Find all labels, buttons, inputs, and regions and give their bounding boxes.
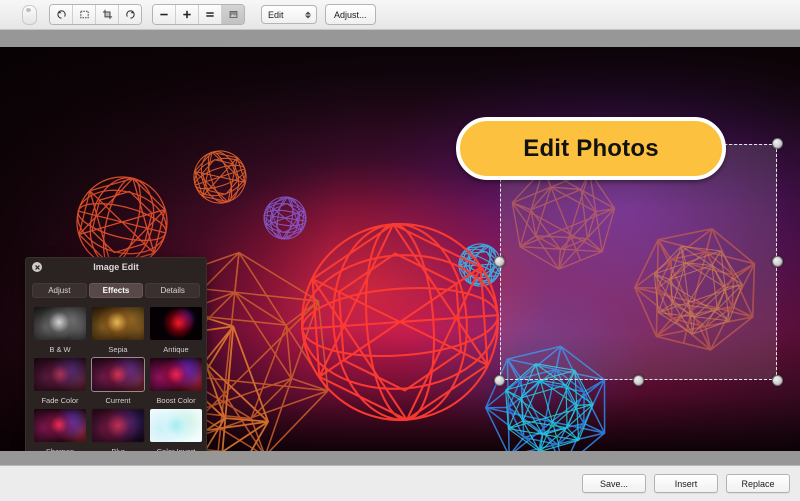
image-mode-icon[interactable] <box>222 5 244 24</box>
mode-select-value: Edit <box>268 9 284 20</box>
transform-tool-group <box>49 4 142 25</box>
image-canvas[interactable]: Edit Photos Image Edit Adjust Effects De… <box>0 47 800 451</box>
effect-thumbnail[interactable] <box>92 409 144 442</box>
selection-rectangle-icon[interactable] <box>73 5 96 24</box>
effect-item-sharpen[interactable]: Sharpen <box>34 409 86 451</box>
effect-thumbnail[interactable] <box>150 307 202 340</box>
effect-item-sepia[interactable]: Sepia <box>92 307 144 354</box>
replace-button[interactable]: Replace <box>726 474 790 493</box>
resize-handle-s[interactable] <box>632 375 644 386</box>
effect-thumbnail[interactable] <box>34 358 86 391</box>
adjust-button[interactable]: Adjust... <box>325 4 376 25</box>
resize-handle-e[interactable] <box>772 256 783 267</box>
effect-label: Current <box>105 396 131 405</box>
effect-label: Sepia <box>108 345 128 354</box>
edit-photos-button[interactable]: Edit Photos <box>456 117 726 180</box>
resize-handle-sw[interactable] <box>494 375 505 386</box>
zoom-out-icon[interactable] <box>153 5 176 24</box>
mode-select[interactable]: Edit <box>261 5 317 24</box>
effect-thumbnail[interactable] <box>34 409 86 442</box>
image-edit-panel-header: Image Edit <box>26 258 206 280</box>
zoom-in-icon[interactable] <box>176 5 199 24</box>
effects-grid: B & W Sepia Antique Fade Color Current B… <box>26 298 206 451</box>
crop-icon[interactable] <box>96 5 119 24</box>
toolbar-separator <box>0 30 800 48</box>
chevron-updown-icon <box>305 11 311 18</box>
effect-thumbnail[interactable] <box>91 357 145 392</box>
effect-item-antique[interactable]: Antique <box>150 307 202 354</box>
bottom-bar-actions: Save... Insert Replace <box>582 474 790 493</box>
effect-item-fade-color[interactable]: Fade Color <box>34 358 86 405</box>
effect-item-blur[interactable]: Blur <box>92 409 144 451</box>
tab-adjust[interactable]: Adjust <box>32 283 87 298</box>
effect-thumbnail[interactable] <box>150 358 202 391</box>
edit-photos-button-label: Edit Photos <box>523 134 659 162</box>
save-button[interactable]: Save... <box>582 474 646 493</box>
effect-thumbnail[interactable] <box>150 409 202 442</box>
toolbar: Edit Adjust... <box>0 0 800 30</box>
effect-thumbnail[interactable] <box>34 307 86 340</box>
rotate-left-icon[interactable] <box>50 5 73 24</box>
tab-effects[interactable]: Effects <box>88 283 144 298</box>
effect-item-current[interactable]: Current <box>91 357 145 405</box>
effect-label: B & W <box>49 345 71 354</box>
tab-details[interactable]: Details <box>145 283 201 298</box>
effect-thumbnail[interactable] <box>92 307 144 340</box>
resize-handle-w[interactable] <box>494 256 505 267</box>
effect-item-boost-color[interactable]: Boost Color <box>150 358 202 405</box>
resize-handle-ne[interactable] <box>772 138 783 149</box>
effect-label: Fade Color <box>41 396 79 405</box>
resize-handle-se[interactable] <box>772 375 783 386</box>
insert-button[interactable]: Insert <box>654 474 718 493</box>
media-thumbnail-icon[interactable] <box>22 4 37 25</box>
zoom-tool-group <box>152 4 245 25</box>
effect-item-color-invert[interactable]: Color Invert <box>150 409 202 451</box>
image-editor-window: Edit Adjust... Edit Photos Image Edit Ad… <box>0 0 800 501</box>
image-edit-panel[interactable]: Image Edit Adjust Effects Details B & W … <box>25 257 207 451</box>
effect-item-bw[interactable]: B & W <box>34 307 86 354</box>
image-edit-panel-title: Image Edit <box>93 262 139 272</box>
canvas-bottom-strip <box>0 451 800 465</box>
zoom-fit-icon[interactable] <box>199 5 222 24</box>
rotate-right-icon[interactable] <box>119 5 141 24</box>
image-edit-tabs: Adjust Effects Details <box>32 283 201 298</box>
effect-label: Antique <box>163 345 189 354</box>
effect-label: Boost Color <box>156 396 196 405</box>
